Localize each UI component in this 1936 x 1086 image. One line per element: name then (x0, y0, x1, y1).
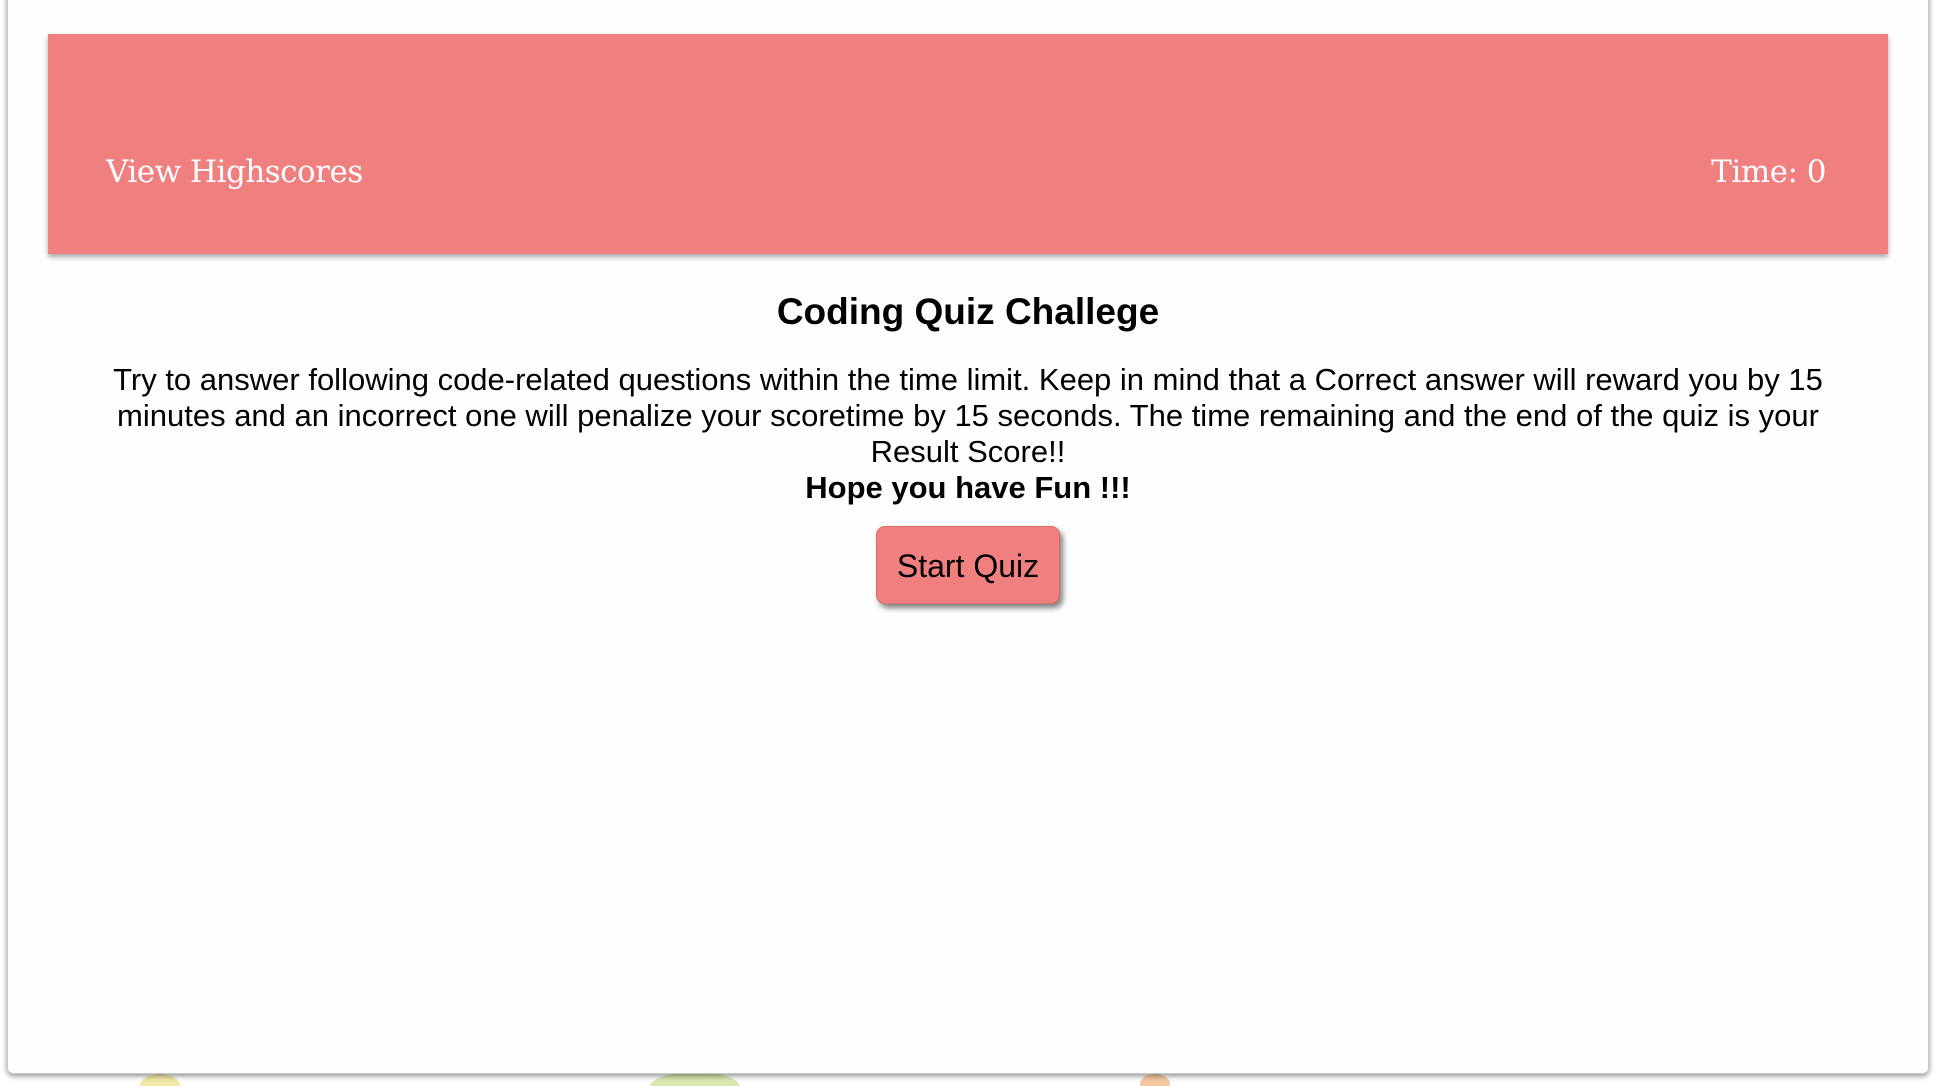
fun-message: Hope you have Fun !!! (805, 470, 1131, 505)
quiz-intro: Coding Quiz Challege Try to answer follo… (60, 284, 1876, 604)
timer-display: Time: 0 (1711, 154, 1826, 190)
start-quiz-button[interactable]: Start Quiz (875, 526, 1061, 604)
background-decoration (1140, 1074, 1170, 1086)
page: View Highscores Time: 0 Coding Quiz Chal… (0, 0, 1936, 1086)
background-decoration (650, 1072, 740, 1086)
quiz-description: Try to answer following code-related que… (113, 362, 1823, 469)
page-title: Coding Quiz Challege (776, 291, 1160, 332)
background-decoration (140, 1074, 180, 1086)
quiz-description-block: Try to answer following code-related que… (73, 362, 1863, 506)
top-header: View Highscores Time: 0 (48, 34, 1888, 254)
view-highscores-link[interactable]: View Highscores (106, 154, 363, 190)
